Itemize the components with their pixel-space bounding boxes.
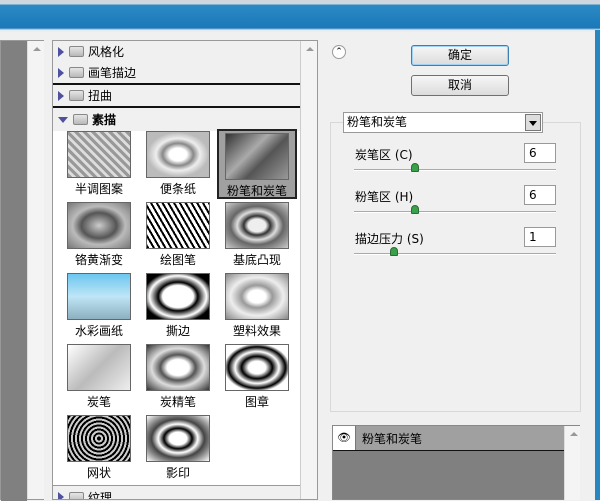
eye-icon[interactable]: 👁 — [333, 426, 356, 450]
filter-preview-image — [146, 131, 210, 178]
category-texture[interactable]: 纹理 — [53, 485, 301, 500]
folder-open-icon — [73, 114, 88, 125]
slider-thumb[interactable] — [410, 163, 419, 172]
param-slider[interactable] — [354, 163, 556, 172]
expand-icon — [58, 46, 64, 57]
filter-thumb[interactable]: 炭精笔 — [138, 342, 218, 412]
filter-label: 半调图案 — [74, 182, 123, 196]
category-label: 素描 — [92, 113, 117, 127]
filter-thumb[interactable]: 铬黄渐变 — [59, 200, 139, 270]
param-value-input[interactable]: 6 — [524, 143, 556, 163]
filter-thumb[interactable]: 撕边 — [138, 271, 218, 341]
filter-thumb[interactable]: 图章 — [217, 342, 297, 412]
filter-label: 粉笔和炭笔 — [226, 184, 287, 198]
preview-panel — [0, 40, 44, 501]
filter-thumb[interactable]: 绘图笔 — [138, 200, 218, 270]
param-label: 描边压力 (S) — [355, 232, 424, 246]
layer-name: 粉笔和炭笔 — [362, 431, 423, 446]
filter-preview-image — [67, 415, 131, 462]
expand-icon — [58, 90, 64, 101]
collapse-gallery-button[interactable]: ⌃ — [332, 45, 346, 59]
filter-preview-image — [225, 273, 289, 320]
filter-thumb[interactable]: 水彩画纸 — [59, 271, 139, 341]
filter-preview-image — [146, 202, 210, 249]
title-bar — [0, 0, 600, 32]
filter-preview-image — [225, 133, 289, 180]
category-label: 画笔描边 — [88, 66, 137, 80]
folder-icon — [69, 491, 84, 499]
filter-preview-image — [67, 131, 131, 178]
filter-preview-image — [225, 202, 289, 249]
filter-preview-image — [67, 273, 131, 320]
window-border — [595, 30, 600, 500]
folder-icon — [69, 67, 84, 78]
filter-preview-image — [225, 344, 289, 391]
filter-label: 便条纸 — [159, 182, 196, 196]
filter-thumb[interactable]: 半调图案 — [59, 129, 139, 199]
filter-thumb[interactable]: 塑料效果 — [217, 271, 297, 341]
folder-icon — [69, 46, 84, 57]
param-value-input[interactable]: 1 — [524, 227, 556, 247]
settings-group — [330, 122, 581, 412]
param-slider[interactable] — [354, 205, 556, 214]
filter-preview-image — [67, 344, 131, 391]
filter-thumb[interactable]: 粉笔和炭笔 — [217, 129, 297, 199]
effect-layers-panel: 👁 粉笔和炭笔 — [332, 425, 580, 500]
filter-thumb[interactable]: 影印 — [138, 413, 218, 483]
chevron-down-icon[interactable] — [525, 114, 541, 131]
filter-preview-image — [146, 415, 210, 462]
category-stylize[interactable]: 风格化 — [53, 41, 301, 64]
category-label: 风格化 — [88, 45, 125, 59]
category-brush-strokes[interactable]: 画笔描边 — [53, 62, 301, 85]
filter-label: 炭精笔 — [159, 395, 196, 409]
filter-label: 塑料效果 — [232, 324, 281, 338]
category-sketch[interactable]: 素描 — [53, 108, 301, 131]
filter-label: 炭笔 — [86, 395, 111, 409]
filter-preview-image — [146, 273, 210, 320]
categories-scrollbar[interactable] — [300, 41, 317, 499]
filter-thumb[interactable]: 网状 — [59, 413, 139, 483]
filter-thumb[interactable]: 便条纸 — [138, 129, 218, 199]
ok-button[interactable]: 确定 — [411, 45, 509, 66]
scroll-up-icon[interactable] — [306, 47, 314, 51]
param-value-input[interactable]: 6 — [524, 185, 556, 205]
filter-label: 网状 — [86, 466, 111, 480]
category-label: 纹理 — [88, 490, 113, 500]
param-label: 炭笔区 (C) — [355, 148, 413, 162]
category-label: 扭曲 — [88, 89, 113, 103]
filter-label: 水彩画纸 — [74, 324, 123, 338]
filter-label: 绘图笔 — [159, 253, 196, 267]
folder-icon — [69, 90, 84, 101]
filter-preview-image — [67, 202, 131, 249]
filter-categories: 风格化 画笔描边 扭曲 素描 半调图案 便条纸 粉笔和炭笔铬黄渐变 绘图笔 基底凸现水彩… — [52, 40, 318, 500]
effect-layer[interactable]: 👁 粉笔和炭笔 — [333, 426, 564, 451]
cancel-button[interactable]: 取消 — [411, 75, 509, 96]
preview-image — [1, 41, 27, 501]
filter-label: 铬黄渐变 — [74, 253, 123, 267]
expand-icon — [58, 492, 64, 499]
scroll-up-icon[interactable] — [570, 432, 578, 436]
filter-thumb[interactable]: 炭笔 — [59, 342, 139, 412]
slider-thumb[interactable] — [410, 205, 419, 214]
collapse-icon — [58, 116, 68, 123]
filter-label: 图章 — [244, 395, 269, 409]
filter-label: 影印 — [165, 466, 190, 480]
category-distort[interactable]: 扭曲 — [53, 85, 301, 108]
expand-icon — [58, 67, 64, 78]
filter-select[interactable]: 粉笔和炭笔 — [343, 112, 543, 133]
scroll-up-icon[interactable] — [33, 47, 41, 51]
param-slider[interactable] — [354, 247, 556, 256]
filter-preview-image — [146, 344, 210, 391]
filter-label: 基底凸现 — [232, 253, 281, 267]
layers-scrollbar[interactable] — [564, 426, 580, 500]
filter-label: 撕边 — [165, 324, 190, 338]
filter-thumb[interactable]: 基底凸现 — [217, 200, 297, 270]
preview-scrollbar[interactable] — [27, 41, 44, 499]
slider-thumb[interactable] — [390, 247, 399, 256]
filter-select-value: 粉笔和炭笔 — [347, 115, 408, 129]
param-label: 粉笔区 (H) — [355, 190, 414, 204]
